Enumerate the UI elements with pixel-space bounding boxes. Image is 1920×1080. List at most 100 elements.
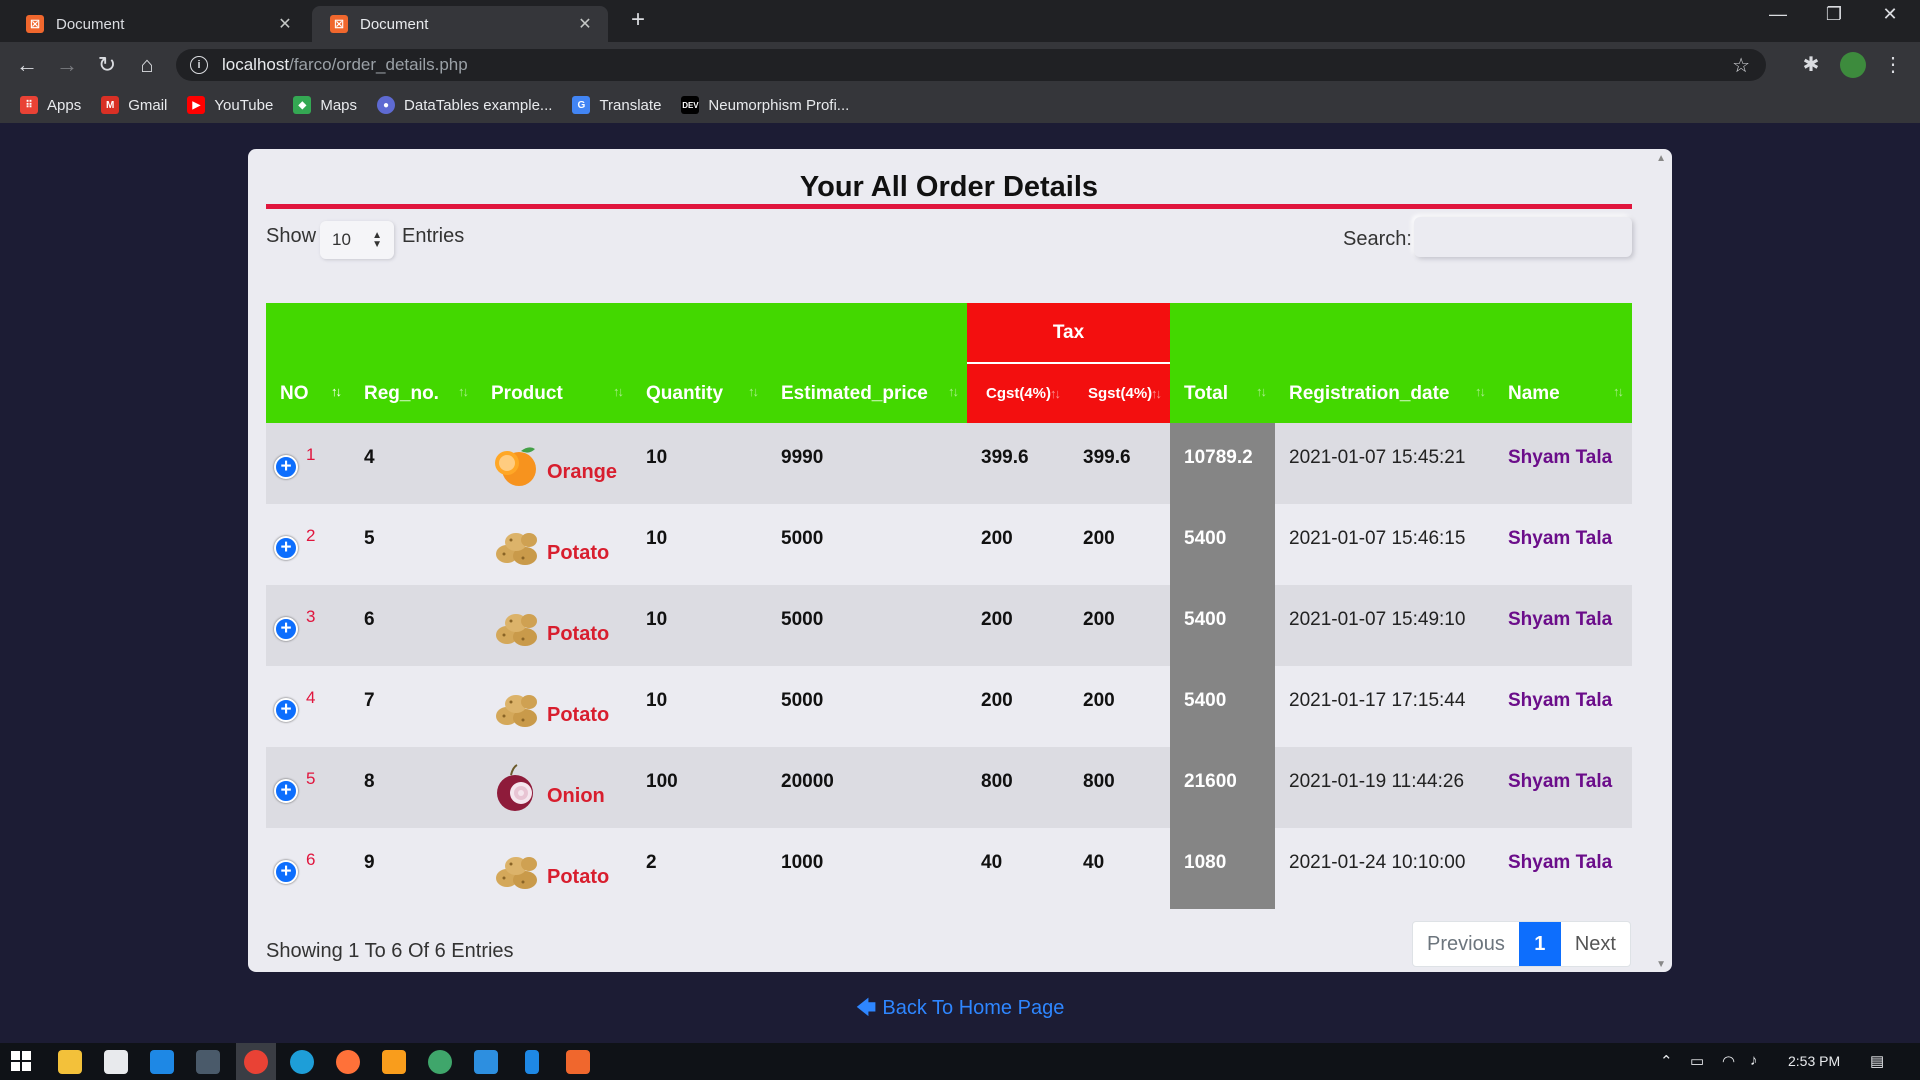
store-icon[interactable] <box>104 1050 128 1074</box>
col-header-name[interactable]: Name ↑↓ <box>1494 303 1632 423</box>
browser-toolbar: ← → ↻ ⌂ i localhost/farco/order_details.… <box>0 42 1920 87</box>
cell-no: +3 <box>266 585 350 666</box>
previous-page-button[interactable]: Previous <box>1413 922 1519 966</box>
search-input[interactable] <box>1414 217 1632 257</box>
maximize-button[interactable]: ❐ <box>1814 4 1854 25</box>
col-header-reg-no[interactable]: Reg_no. ↑↓ <box>350 303 477 423</box>
page-length-value: 10 <box>332 230 351 249</box>
close-icon[interactable]: ✕ <box>276 14 294 34</box>
cell-name: Shyam Tala <box>1494 423 1632 504</box>
bookmark-neumorphism[interactable]: DEV Neumorphism Profi... <box>681 96 849 114</box>
bookmark-datatables[interactable]: ● DataTables example... <box>377 96 552 114</box>
col-header-cgst[interactable]: Cgst(4%) ↑↓ <box>967 363 1069 423</box>
bookmark-gmail[interactable]: M Gmail <box>101 96 167 114</box>
sort-icon: ↑↓ <box>1613 384 1624 399</box>
cell-estimated-price: 5000 <box>767 585 967 666</box>
sublime-icon[interactable] <box>382 1050 406 1074</box>
bookmark-apps[interactable]: ⠿ Apps <box>20 96 81 114</box>
minimize-button[interactable]: — <box>1758 4 1798 25</box>
windows-start-icon[interactable] <box>10 1050 34 1074</box>
xampp-icon[interactable] <box>566 1050 590 1074</box>
xampp-icon: ☒ <box>26 15 44 33</box>
battery-icon[interactable]: ▭ <box>1690 1052 1704 1070</box>
address-bar[interactable]: i localhost/farco/order_details.php ☆ <box>176 49 1766 81</box>
cell-product: Potato <box>477 828 632 909</box>
wifi-icon[interactable]: ◠ <box>1722 1052 1735 1070</box>
cell-no: +2 <box>266 504 350 585</box>
chrome-icon[interactable] <box>244 1050 268 1074</box>
cell-sgst: 200 <box>1069 504 1170 585</box>
sort-icon: ↑↓ <box>1256 384 1267 399</box>
table-row[interactable]: +1 4 Orange 10 9990 399.6 399.6 10789.2 2021-01-… <box>266 423 1632 504</box>
chat-icon[interactable] <box>428 1050 452 1074</box>
col-header-product[interactable]: Product ↑↓ <box>477 303 632 423</box>
expand-row-icon[interactable]: + <box>274 860 298 884</box>
col-label: Total <box>1184 383 1228 404</box>
next-page-button[interactable]: Next <box>1561 922 1630 966</box>
col-header-registration-date[interactable]: Registration_date ↑↓ <box>1275 303 1494 423</box>
table-row[interactable]: +6 9 Potato 2 1000 40 40 1080 2021-01-24 10:10:0… <box>266 828 1632 909</box>
table-row[interactable]: +5 8 Onion 100 20000 800 800 21600 2021-01-19 11… <box>266 747 1632 828</box>
expand-row-icon[interactable]: + <box>274 536 298 560</box>
window-close-button[interactable]: ✕ <box>1870 4 1910 25</box>
cell-name: Shyam Tala <box>1494 828 1632 909</box>
notifications-icon[interactable]: ▤ <box>1870 1052 1884 1070</box>
table-row[interactable]: +4 7 Potato 10 5000 200 200 5400 2021-01-17 17:1… <box>266 666 1632 747</box>
site-info-icon[interactable]: i <box>190 56 208 74</box>
bookmark-star-icon[interactable]: ☆ <box>1732 53 1750 78</box>
col-header-sgst[interactable]: Sgst(4%) ↑↓ <box>1069 363 1170 423</box>
col-label: Registration_date <box>1289 383 1450 404</box>
scroll-up-arrow-icon[interactable]: ▲ <box>1656 153 1666 164</box>
volume-icon[interactable]: ♪ <box>1750 1052 1758 1069</box>
bookmark-label: Maps <box>320 96 358 114</box>
firefox-icon[interactable] <box>336 1050 360 1074</box>
mail-icon[interactable] <box>150 1050 174 1074</box>
taskbar-clock[interactable]: 2:53 PM <box>1788 1053 1840 1069</box>
col-header-quantity[interactable]: Quantity ↑↓ <box>632 303 767 423</box>
col-label: Sgst(4%) <box>1088 385 1153 402</box>
cell-total: 5400 <box>1170 585 1275 666</box>
profile-avatar[interactable] <box>1840 52 1866 78</box>
forward-button[interactable]: → <box>52 50 82 80</box>
home-button[interactable]: ⌂ <box>132 50 162 80</box>
tray-overflow-icon[interactable]: ⌃ <box>1660 1052 1673 1070</box>
edge-icon[interactable] <box>290 1050 314 1074</box>
back-to-home-link[interactable]: 🡄 Back To Home Page <box>0 993 1920 1027</box>
media-icon[interactable] <box>196 1050 220 1074</box>
file-explorer-icon[interactable] <box>58 1050 82 1074</box>
bookmark-translate[interactable]: G Translate <box>572 96 661 114</box>
col-header-estimated-price[interactable]: Estimated_price ↑↓ <box>767 303 967 423</box>
new-tab-button[interactable]: + <box>624 6 652 34</box>
page-length-select[interactable]: 10 ▲ ▼ <box>320 221 394 259</box>
table-info: Showing 1 To 6 Of 6 Entries <box>266 940 514 962</box>
col-header-no[interactable]: NO ↑↓ <box>266 303 350 423</box>
row-number: 4 <box>306 688 316 707</box>
expand-row-icon[interactable]: + <box>274 617 298 641</box>
table-row[interactable]: +2 5 Potato 10 5000 200 200 5400 2021-01-07 15:4… <box>266 504 1632 585</box>
page-1-button[interactable]: 1 <box>1518 922 1561 966</box>
cell-estimated-price: 20000 <box>767 747 967 828</box>
cell-name: Shyam Tala <box>1494 504 1632 585</box>
scroll-down-arrow-icon[interactable]: ▼ <box>1656 959 1666 970</box>
expand-row-icon[interactable]: + <box>274 779 298 803</box>
expand-row-icon[interactable]: + <box>274 698 298 722</box>
bookmark-maps[interactable]: ◆ Maps <box>293 96 357 114</box>
close-icon[interactable]: ✕ <box>576 14 594 34</box>
bookmark-youtube[interactable]: ▶ YouTube <box>187 96 273 114</box>
table-row[interactable]: +3 6 Potato 10 5000 200 200 5400 2021-01-07 15:4… <box>266 585 1632 666</box>
browser-tab[interactable]: ☒ Document ✕ <box>8 6 308 42</box>
back-button[interactable]: ← <box>12 50 42 80</box>
phone-icon[interactable] <box>525 1050 539 1074</box>
browser-tab-active[interactable]: ☒ Document ✕ <box>312 6 608 42</box>
expand-row-icon[interactable]: + <box>274 455 298 479</box>
cell-reg-no: 5 <box>350 504 477 585</box>
show-label: Show <box>266 225 317 247</box>
cell-sgst: 200 <box>1069 585 1170 666</box>
extensions-icon[interactable]: ✱ <box>1798 52 1824 78</box>
col-header-total[interactable]: Total ↑↓ <box>1170 303 1275 423</box>
reload-button[interactable]: ↻ <box>92 50 122 80</box>
vscode-icon[interactable] <box>474 1050 498 1074</box>
cell-no: +6 <box>266 828 350 909</box>
col-label: Estimated_price <box>781 383 928 404</box>
menu-icon[interactable]: ⋮ <box>1880 52 1906 78</box>
